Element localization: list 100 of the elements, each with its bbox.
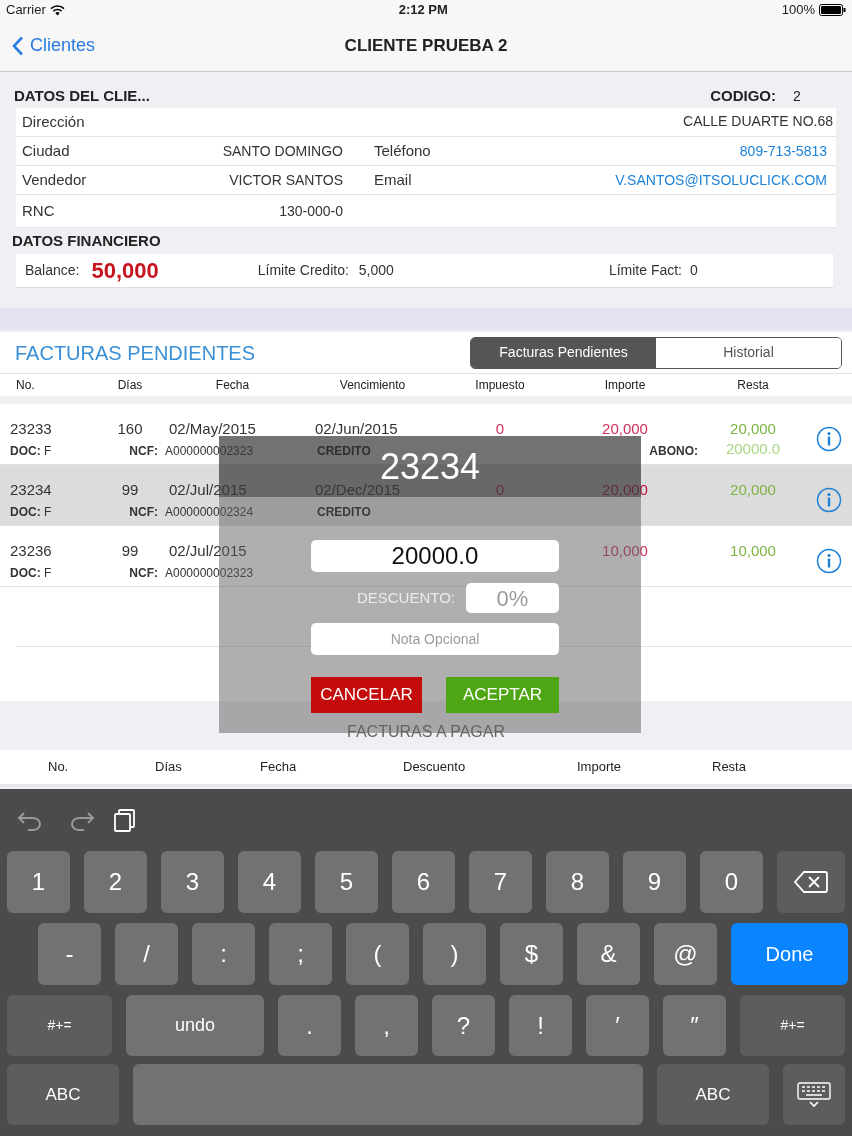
field-value: VICTOR SANTOS <box>229 170 343 190</box>
keyboard-key[interactable]: 5 <box>315 851 378 913</box>
column-header: No. <box>48 758 70 777</box>
keyboard-key[interactable]: ′ <box>586 995 649 1056</box>
ncf-label: NCF: <box>128 443 159 461</box>
code-value: 2 <box>792 87 802 106</box>
column-header: No. <box>15 377 36 394</box>
undo-key[interactable]: undo <box>126 995 264 1056</box>
keyboard-key[interactable]: - <box>38 923 101 985</box>
abc-key[interactable]: ABC <box>7 1064 119 1125</box>
delete-key[interactable] <box>777 851 845 913</box>
field-label: Balance: <box>25 261 80 280</box>
column-header: Importe <box>603 377 647 394</box>
column-header: Días <box>116 377 144 394</box>
tax-value: 0 <box>494 479 506 500</box>
column-header: Vencimiento <box>338 377 407 394</box>
info-icon[interactable] <box>816 487 842 513</box>
note-field[interactable]: Nota Opcional <box>311 623 559 655</box>
field-value: 5,000 <box>358 261 394 280</box>
keyboard-key[interactable]: 3 <box>161 851 224 913</box>
keyboard-key[interactable]: & <box>577 923 640 985</box>
abc-key[interactable]: ABC <box>657 1064 769 1125</box>
discount-label: DESCUENTO: <box>356 587 455 608</box>
keyboard-key[interactable]: 6 <box>392 851 455 913</box>
section-title: FACTURAS PENDIENTES <box>15 340 256 366</box>
keyboard-key[interactable]: ( <box>346 923 409 985</box>
field-value: 130-000-0 <box>279 201 343 221</box>
keyboard-key[interactable]: 2 <box>84 851 147 913</box>
contact-link[interactable]: 809-713-5813 <box>739 140 827 162</box>
delete-icon <box>794 870 828 894</box>
symbols-key[interactable]: #+= <box>7 995 112 1056</box>
keyboard-key[interactable]: @ <box>654 923 717 985</box>
section-title: DATOS DEL CLIE... <box>14 85 150 106</box>
column-header: Resta <box>736 377 770 394</box>
discount-field[interactable]: 0% <box>466 583 559 613</box>
doc-type: DOC: F <box>10 565 53 583</box>
keyboard-key[interactable]: 9 <box>623 851 686 913</box>
doc-type: DOC: F <box>10 443 53 461</box>
payment-type: CREDITO <box>316 443 372 461</box>
field-label: Dirección <box>22 111 85 132</box>
ncf-label: NCF: <box>128 565 159 583</box>
status-time: 2:12 PM <box>398 1 448 20</box>
field-value: CALLE DUARTE NO.68 <box>683 111 833 131</box>
carrier-name: Carrier <box>6 1 46 20</box>
keyboard-key[interactable]: ! <box>509 995 572 1056</box>
keyboard-key[interactable]: : <box>192 923 255 985</box>
remaining-value: 10,000 <box>729 540 777 561</box>
undo-icon[interactable] <box>17 809 43 831</box>
keyboard-key[interactable]: . <box>278 995 341 1056</box>
column-header: Importe <box>577 758 623 777</box>
remaining-value: 20,000 <box>729 479 777 500</box>
keyboard-key[interactable]: 1 <box>7 851 70 913</box>
segment-tab[interactable]: Facturas Pendientes <box>471 337 656 368</box>
field-label: Límite Credito: <box>257 261 349 280</box>
symbols-key[interactable]: #+= <box>740 995 845 1056</box>
code-label: CODIGO: <box>710 85 776 106</box>
field-label: RNC <box>22 200 55 221</box>
keyboard-key[interactable]: / <box>115 923 178 985</box>
keyboard-key[interactable]: 0 <box>700 851 763 913</box>
keyboard-key[interactable]: ) <box>423 923 486 985</box>
amount-field[interactable]: 20000.0 <box>311 540 559 572</box>
column-header: Fecha <box>214 377 251 394</box>
battery-icon <box>819 4 846 16</box>
info-icon[interactable] <box>816 426 842 452</box>
paste-icon[interactable] <box>113 808 137 832</box>
payment-type: CREDITO <box>316 504 372 522</box>
accept-button[interactable]: ACEPTAR <box>446 677 559 713</box>
info-icon[interactable] <box>816 548 842 574</box>
field-label: Vendedor <box>22 169 87 190</box>
field-label: Teléfono <box>374 140 431 161</box>
days-value: 160 <box>116 418 144 439</box>
keyboard-dismiss-key[interactable] <box>783 1064 845 1125</box>
keyboard-key[interactable]: 8 <box>546 851 609 913</box>
keyboard-key[interactable]: $ <box>500 923 563 985</box>
balance-amount: 50,000 <box>91 257 159 285</box>
keyboard-key[interactable]: 4 <box>238 851 301 913</box>
keyboard-key[interactable]: ? <box>432 995 495 1056</box>
keyboard-key[interactable]: ″ <box>663 995 726 1056</box>
field-label: Límite Fact: <box>608 261 682 280</box>
ncf-label: NCF: <box>128 504 159 522</box>
back-button[interactable]: Clientes <box>0 32 96 59</box>
redo-icon[interactable] <box>69 809 95 831</box>
cancel-button[interactable]: CANCELAR <box>311 677 422 713</box>
amount-value: 20,000 <box>601 418 649 439</box>
date-value: 02/May/2015 <box>168 418 257 439</box>
column-header: Descuento <box>403 758 467 777</box>
keyboard-key[interactable]: ; <box>269 923 332 985</box>
keyboard-key[interactable]: , <box>355 995 418 1056</box>
keyboard-key[interactable]: 7 <box>469 851 532 913</box>
done-key[interactable]: Done <box>731 923 848 985</box>
page-title: CLIENTE PRUEBA 2 <box>344 34 508 57</box>
tax-value: 0 <box>494 418 506 439</box>
chevron-left-icon <box>12 35 24 56</box>
column-header: Resta <box>712 758 747 777</box>
contact-link[interactable]: V.SANTOS@ITSOLUCLICK.COM <box>615 169 827 191</box>
invoice-number: 23233 <box>10 418 53 439</box>
section-title: DATOS FINANCIERO <box>12 230 161 251</box>
field-value: SANTO DOMINGO <box>222 141 343 161</box>
keyboard-icon <box>797 1081 831 1108</box>
invoice-number: 23234 <box>10 479 53 500</box>
